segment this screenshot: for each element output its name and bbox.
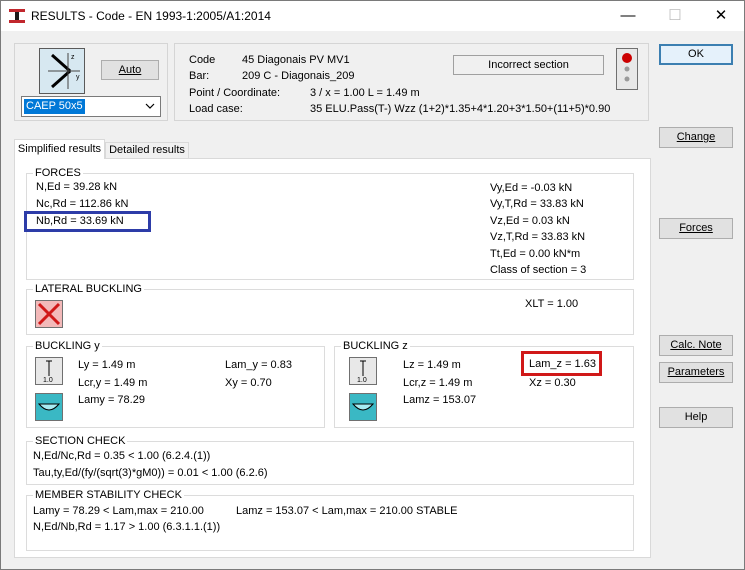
lamz-value: Lamz = 153.07 bbox=[403, 394, 477, 406]
vyed-value: Vy,Ed = -0.03 kN bbox=[490, 182, 573, 194]
point-label: Point / Coordinate: bbox=[189, 87, 281, 99]
load-case-value: 35 ELU.Pass(T-) Wzz (1+2)*1.35+4*1.20+3*… bbox=[310, 103, 611, 115]
class-value: Class of section = 3 bbox=[490, 264, 587, 276]
load-case-label: Load case: bbox=[189, 103, 243, 115]
vytrd-value: Vy,T,Rd = 33.83 kN bbox=[490, 198, 584, 210]
info-group: Code 45 Diagonais PV MV1 Bar: 209 C - Di… bbox=[174, 43, 649, 121]
section-check-title: SECTION CHECK bbox=[33, 435, 128, 447]
ncrd-value: Nc,Rd = 112.86 kN bbox=[36, 198, 129, 210]
tab-simplified-results[interactable]: Simplified results bbox=[14, 139, 105, 159]
tted-value: Tt,Ed = 0.00 kN*m bbox=[490, 248, 581, 260]
section-check-line-2: Tau,ty,Ed/(fy/(sqrt(3)*gM0)) = 0.01 < 1.… bbox=[33, 467, 268, 479]
section-group: z y Auto CAEP 50x5 bbox=[14, 43, 168, 121]
nbrd-value: Nb,Rd = 33.69 kN bbox=[36, 215, 124, 227]
buckling-z-icon-value: 1.0 bbox=[357, 377, 367, 384]
title-bar: RESULTS - Code - EN 1993-1:2005/A1:2014 … bbox=[1, 1, 744, 31]
buckling-length-z-icon[interactable]: 1.0 bbox=[349, 357, 377, 385]
svg-text:y: y bbox=[76, 74, 80, 81]
lateral-buckling-title: LATERAL BUCKLING bbox=[33, 283, 144, 295]
lateral-buckling-box: LATERAL BUCKLING XLT = 1.00 bbox=[26, 283, 634, 335]
close-button[interactable]: ✕ bbox=[698, 1, 744, 31]
status-box: Incorrect section bbox=[453, 55, 604, 75]
buckling-length-y-icon[interactable]: 1.0 bbox=[35, 357, 63, 385]
tab-detailed-results[interactable]: Detailed results bbox=[105, 142, 189, 159]
section-check-box: SECTION CHECK N,Ed/Nc,Rd = 0.35 < 1.00 (… bbox=[26, 435, 634, 485]
app-logo-icon bbox=[9, 9, 25, 23]
bar-value: 209 C - Diagonais_209 bbox=[242, 70, 355, 82]
ly-value: Ly = 1.49 m bbox=[78, 359, 136, 371]
help-button[interactable]: Help bbox=[659, 407, 733, 428]
auto-button[interactable]: Auto bbox=[101, 60, 159, 80]
buckling-curve-z-icon[interactable] bbox=[349, 393, 377, 421]
lam-y-value: Lam_y = 0.83 bbox=[225, 359, 292, 371]
vzed-value: Vz,Ed = 0.03 kN bbox=[490, 215, 570, 227]
member-check-line-1b: Lamz = 153.07 < Lam,max = 210.00 STABLE bbox=[236, 505, 458, 517]
member-stability-box: MEMBER STABILITY CHECK Lamy = 78.29 < La… bbox=[26, 489, 634, 551]
xy-value: Xy = 0.70 bbox=[225, 377, 272, 389]
lam-z-value: Lam_z = 1.63 bbox=[529, 358, 596, 370]
minimize-button[interactable]: — bbox=[605, 1, 651, 31]
window-title: RESULTS - Code - EN 1993-1:2005/A1:2014 bbox=[31, 9, 271, 23]
section-select-value: CAEP 50x5 bbox=[24, 99, 85, 114]
xz-value: Xz = 0.30 bbox=[529, 377, 576, 389]
maximize-button[interactable]: ☐ bbox=[652, 1, 698, 31]
buckling-z-title: BUCKLING z bbox=[341, 340, 410, 352]
forces-title: FORCES bbox=[33, 167, 83, 179]
lamy-value: Lamy = 78.29 bbox=[78, 394, 145, 406]
code-label: Code bbox=[189, 54, 216, 66]
buckling-y-title: BUCKLING y bbox=[33, 340, 102, 352]
buckling-y-icon-value: 1.0 bbox=[43, 377, 53, 384]
buckling-y-box: BUCKLING y 1.0 Ly = 1.49 m Lcr,y = 1.49 … bbox=[26, 340, 325, 428]
buckling-curve-y-icon[interactable] bbox=[35, 393, 63, 421]
member-stability-title: MEMBER STABILITY CHECK bbox=[33, 489, 184, 501]
point-value: 3 / x = 1.00 L = 1.49 m bbox=[310, 87, 420, 99]
lateral-buckling-disabled-icon[interactable] bbox=[35, 300, 63, 328]
lcry-value: Lcr,y = 1.49 m bbox=[78, 377, 148, 389]
calc-note-button[interactable]: Calc. Note bbox=[659, 335, 733, 356]
xlt-value: XLT = 1.00 bbox=[525, 298, 579, 310]
status-light-icon bbox=[616, 48, 638, 90]
ok-button[interactable]: OK bbox=[659, 44, 733, 65]
vztrd-value: Vz,T,Rd = 33.83 kN bbox=[490, 231, 586, 243]
member-check-line-2: N,Ed/Nb,Rd = 1.17 > 1.00 (6.3.1.1.(1)) bbox=[33, 521, 221, 533]
ned-value: N,Ed = 39.28 kN bbox=[36, 181, 118, 193]
forces-button[interactable]: Forces bbox=[659, 218, 733, 239]
buckling-z-box: BUCKLING z 1.0 Lz = 1.49 m Lcr,z = 1.49 … bbox=[334, 340, 634, 428]
lz-value: Lz = 1.49 m bbox=[403, 359, 461, 371]
section-select[interactable]: CAEP 50x5 bbox=[21, 96, 161, 117]
lcrz-value: Lcr,z = 1.49 m bbox=[403, 377, 473, 389]
chevron-down-icon bbox=[144, 98, 156, 117]
results-window: RESULTS - Code - EN 1993-1:2005/A1:2014 … bbox=[0, 0, 745, 570]
code-value: 45 Diagonais PV MV1 bbox=[242, 54, 350, 66]
section-profile-icon[interactable]: z y bbox=[39, 48, 85, 94]
svg-text:z: z bbox=[71, 54, 75, 61]
section-check-line-1: N,Ed/Nc,Rd = 0.35 < 1.00 (6.2.4.(1)) bbox=[33, 450, 211, 462]
member-check-line-1a: Lamy = 78.29 < Lam,max = 210.00 bbox=[33, 505, 204, 517]
parameters-button[interactable]: Parameters bbox=[659, 362, 733, 383]
change-button[interactable]: Change bbox=[659, 127, 733, 148]
bar-label: Bar: bbox=[189, 70, 210, 82]
tab-panel: FORCES N,Ed = 39.28 kN Nc,Rd = 112.86 kN… bbox=[14, 158, 651, 558]
forces-box: FORCES N,Ed = 39.28 kN Nc,Rd = 112.86 kN… bbox=[24, 167, 634, 280]
